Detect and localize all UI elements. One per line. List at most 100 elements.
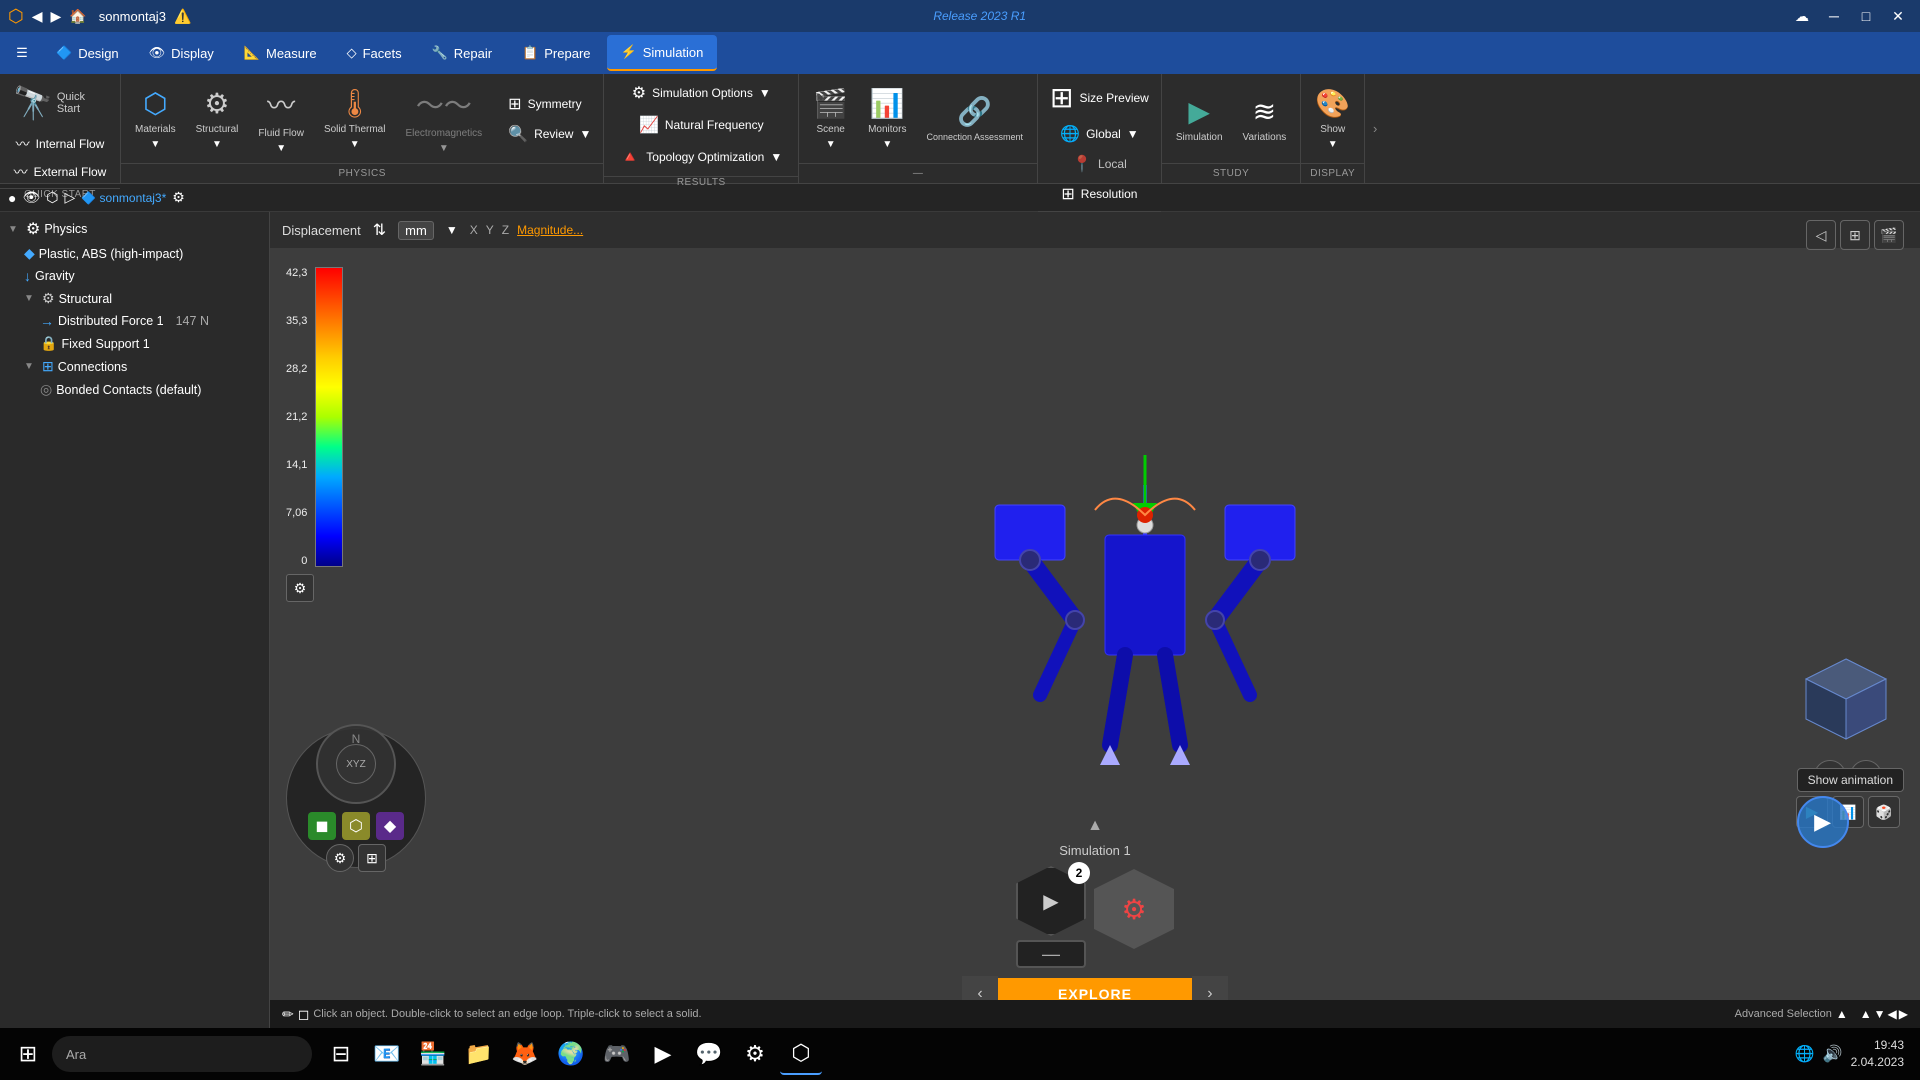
close-btn[interactable]: ✕ — [1884, 2, 1912, 30]
review-dropdown[interactable]: ▼ — [579, 127, 591, 141]
menu-repair[interactable]: 🔧 Repair — [418, 35, 506, 71]
sim-options-dropdown[interactable]: ▼ — [759, 86, 771, 100]
quickscope-btn[interactable]: 🔭 Quick Start — [5, 78, 115, 128]
taskbar-search[interactable] — [52, 1036, 312, 1072]
taskbar-browser-btn[interactable]: 🦊 — [504, 1033, 546, 1075]
sim-up-arrow[interactable]: ▲ — [1087, 817, 1103, 835]
simulation-study-btn[interactable]: ▶ Simulation — [1168, 81, 1231, 156]
nav-down-btn[interactable]: ▼ — [1874, 1007, 1886, 1021]
materials-btn[interactable]: ⬡ Materials ▼ — [127, 81, 184, 156]
internal-flow-btn[interactable]: 〰 Internal Flow — [12, 132, 109, 156]
show-btn[interactable]: 🎨 Show ▼ — [1307, 81, 1358, 156]
nav-back-btn[interactable]: ◀ — [32, 8, 43, 25]
review-btn[interactable]: 🔍 Review ▼ — [502, 121, 597, 147]
toolbar-collapse-btn[interactable]: › — [1365, 74, 1385, 183]
external-flow-btn[interactable]: 〰 External Flow — [10, 160, 111, 184]
nav-gear-btn[interactable]: ⚙ — [326, 844, 354, 872]
network-icon[interactable]: 🌐 — [1795, 1044, 1815, 1064]
monitors-dropdown[interactable]: ▼ — [882, 139, 892, 150]
structural-btn[interactable]: ⚙ Structural ▼ — [188, 81, 247, 156]
fluid-flow-btn[interactable]: 〰 Fluid Flow ▼ — [250, 81, 312, 156]
taskbar-files-btn[interactable]: 📁 — [458, 1033, 500, 1075]
hamburger-menu[interactable]: ☰ — [4, 35, 40, 71]
maximize-btn[interactable]: □ — [1852, 2, 1880, 30]
tab-x[interactable]: X — [470, 223, 478, 237]
vp-back-btn[interactable]: ◁ — [1806, 220, 1836, 250]
materials-dropdown[interactable]: ▼ — [150, 139, 160, 150]
show-animation-btn[interactable]: ▶ — [1797, 796, 1849, 848]
taskbar-settings-btn[interactable]: ⚙ — [734, 1033, 776, 1075]
taskbar-current-app[interactable]: ⬡ — [780, 1033, 822, 1075]
tree-item-dist-force[interactable]: → Distributed Force 1 147 N — [0, 310, 269, 332]
minimize-btn[interactable]: ─ — [1820, 2, 1848, 30]
solid-thermal-dropdown[interactable]: ▼ — [350, 139, 360, 150]
tree-item-physics[interactable]: ▼ ⚙ Physics — [0, 216, 269, 242]
nav-up2-btn[interactable]: ▲ — [1860, 1007, 1872, 1021]
menu-display[interactable]: 👁 Display — [135, 35, 228, 71]
menu-prepare[interactable]: 📋 Prepare — [508, 35, 604, 71]
local-btn[interactable]: 📍 Local — [1066, 151, 1133, 177]
cloud-icon[interactable]: ☁ — [1788, 2, 1816, 30]
taskbar-media-btn[interactable]: ▶ — [642, 1033, 684, 1075]
simulation-options-btn[interactable]: ⚙ Simulation Options ▼ — [626, 80, 777, 106]
menu-measure[interactable]: 📐 Measure — [230, 35, 331, 71]
structural-dropdown[interactable]: ▼ — [212, 139, 222, 150]
shape-custom-btn[interactable]: ◆ — [376, 812, 404, 840]
shape-sphere-btn[interactable]: ⬡ — [342, 812, 370, 840]
menu-design[interactable]: 🔷 Design — [42, 35, 133, 71]
taskbar-mail-btn[interactable]: 📧 — [366, 1033, 408, 1075]
taskbar-chrome-btn[interactable]: 🌍 — [550, 1033, 592, 1075]
menu-simulation[interactable]: ⚡ Simulation — [607, 35, 718, 71]
connection-assessment-btn[interactable]: 🔗 Connection Assessment — [918, 81, 1031, 156]
taskbar-discord-btn[interactable]: 💬 — [688, 1033, 730, 1075]
breadcrumb-file[interactable]: 🔷 sonmontaj3* — [81, 191, 166, 205]
tree-item-gravity[interactable]: ↓ Gravity — [0, 265, 269, 287]
tree-item-connections[interactable]: ▼ ⊞ Connections — [0, 355, 269, 378]
fluid-flow-dropdown[interactable]: ▼ — [276, 143, 286, 154]
taskbar-game-btn[interactable]: 🎮 — [596, 1033, 638, 1075]
electromagnetics-btn[interactable]: 〜〜 Electromagnetics ▼ — [397, 81, 490, 156]
sim-gear-btn[interactable]: ⚙ — [1094, 869, 1174, 949]
global-btn[interactable]: 🌐 Global ▼ — [1054, 121, 1145, 147]
monitors-btn[interactable]: 📊 Monitors ▼ — [860, 81, 914, 156]
tree-item-bonded[interactable]: ◎ Bonded Contacts (default) — [0, 378, 269, 401]
solid-thermal-btn[interactable]: 🌡 Solid Thermal ▼ — [316, 81, 394, 156]
resolution-btn[interactable]: ⊞ Resolution — [1055, 181, 1143, 207]
variations-btn[interactable]: ≋ Variations — [1235, 81, 1295, 156]
tab-z[interactable]: Z — [502, 223, 509, 237]
size-preview-btn[interactable]: ⊞ Size Preview — [1044, 78, 1155, 117]
nav-up-btn[interactable]: 🏠 — [69, 8, 86, 25]
vp-view-btn[interactable]: ⊞ — [1840, 220, 1870, 250]
em-dropdown[interactable]: ▼ — [439, 143, 449, 154]
tab-y[interactable]: Y — [486, 223, 494, 237]
nav-forward-btn[interactable]: ▶ — [51, 8, 62, 25]
breadcrumb-settings-icon[interactable]: ⚙ — [172, 189, 185, 206]
volume-icon[interactable]: 🔊 — [1823, 1044, 1843, 1064]
unit-selector[interactable]: mm — [398, 221, 434, 240]
nav-right-btn[interactable]: ▶ — [1899, 1007, 1908, 1021]
sim-minus-btn[interactable]: — — [1016, 940, 1086, 968]
symmetry-btn[interactable]: ⊞ Symmetry — [502, 91, 597, 117]
nav-expand-btn[interactable]: ⊞ — [358, 844, 386, 872]
taskbar-taskview-btn[interactable]: ⊟ — [320, 1033, 362, 1075]
nav-cube-svg[interactable] — [1796, 649, 1896, 749]
tab-magnitude[interactable]: Magnitude... — [517, 223, 583, 237]
topology-optimization-btn[interactable]: 🔺 Topology Optimization ▼ — [614, 144, 788, 170]
show-dropdown[interactable]: ▼ — [1328, 139, 1338, 150]
scene-btn[interactable]: 🎬 Scene ▼ — [805, 81, 856, 156]
navigation-widget[interactable]: N XYZ ◼ ⬡ ◆ ⚙ ⊞ — [286, 728, 426, 868]
taskbar-store-btn[interactable]: 🏪 — [412, 1033, 454, 1075]
tree-item-structural[interactable]: ▼ ⚙ Structural — [0, 287, 269, 310]
start-btn[interactable]: ⊞ — [8, 1034, 48, 1074]
menu-facets[interactable]: ◇ Facets — [333, 35, 416, 71]
tree-item-material[interactable]: ◆ Plastic, ABS (high-impact) — [0, 242, 269, 265]
topology-dropdown[interactable]: ▼ — [770, 150, 782, 164]
global-dropdown[interactable]: ▼ — [1127, 127, 1139, 141]
colorbar-settings-btn[interactable]: ⚙ — [286, 574, 314, 602]
scene-dropdown[interactable]: ▼ — [826, 139, 836, 150]
tree-item-fixed-support[interactable]: 🔒 Fixed Support 1 — [0, 332, 269, 355]
shape-cube-btn[interactable]: ◼ — [308, 812, 336, 840]
vp-scene-btn[interactable]: 🎬 — [1874, 220, 1904, 250]
natural-frequency-btn[interactable]: 📈 Natural Frequency — [633, 112, 770, 138]
nav-left-btn[interactable]: ◀ — [1888, 1007, 1897, 1021]
